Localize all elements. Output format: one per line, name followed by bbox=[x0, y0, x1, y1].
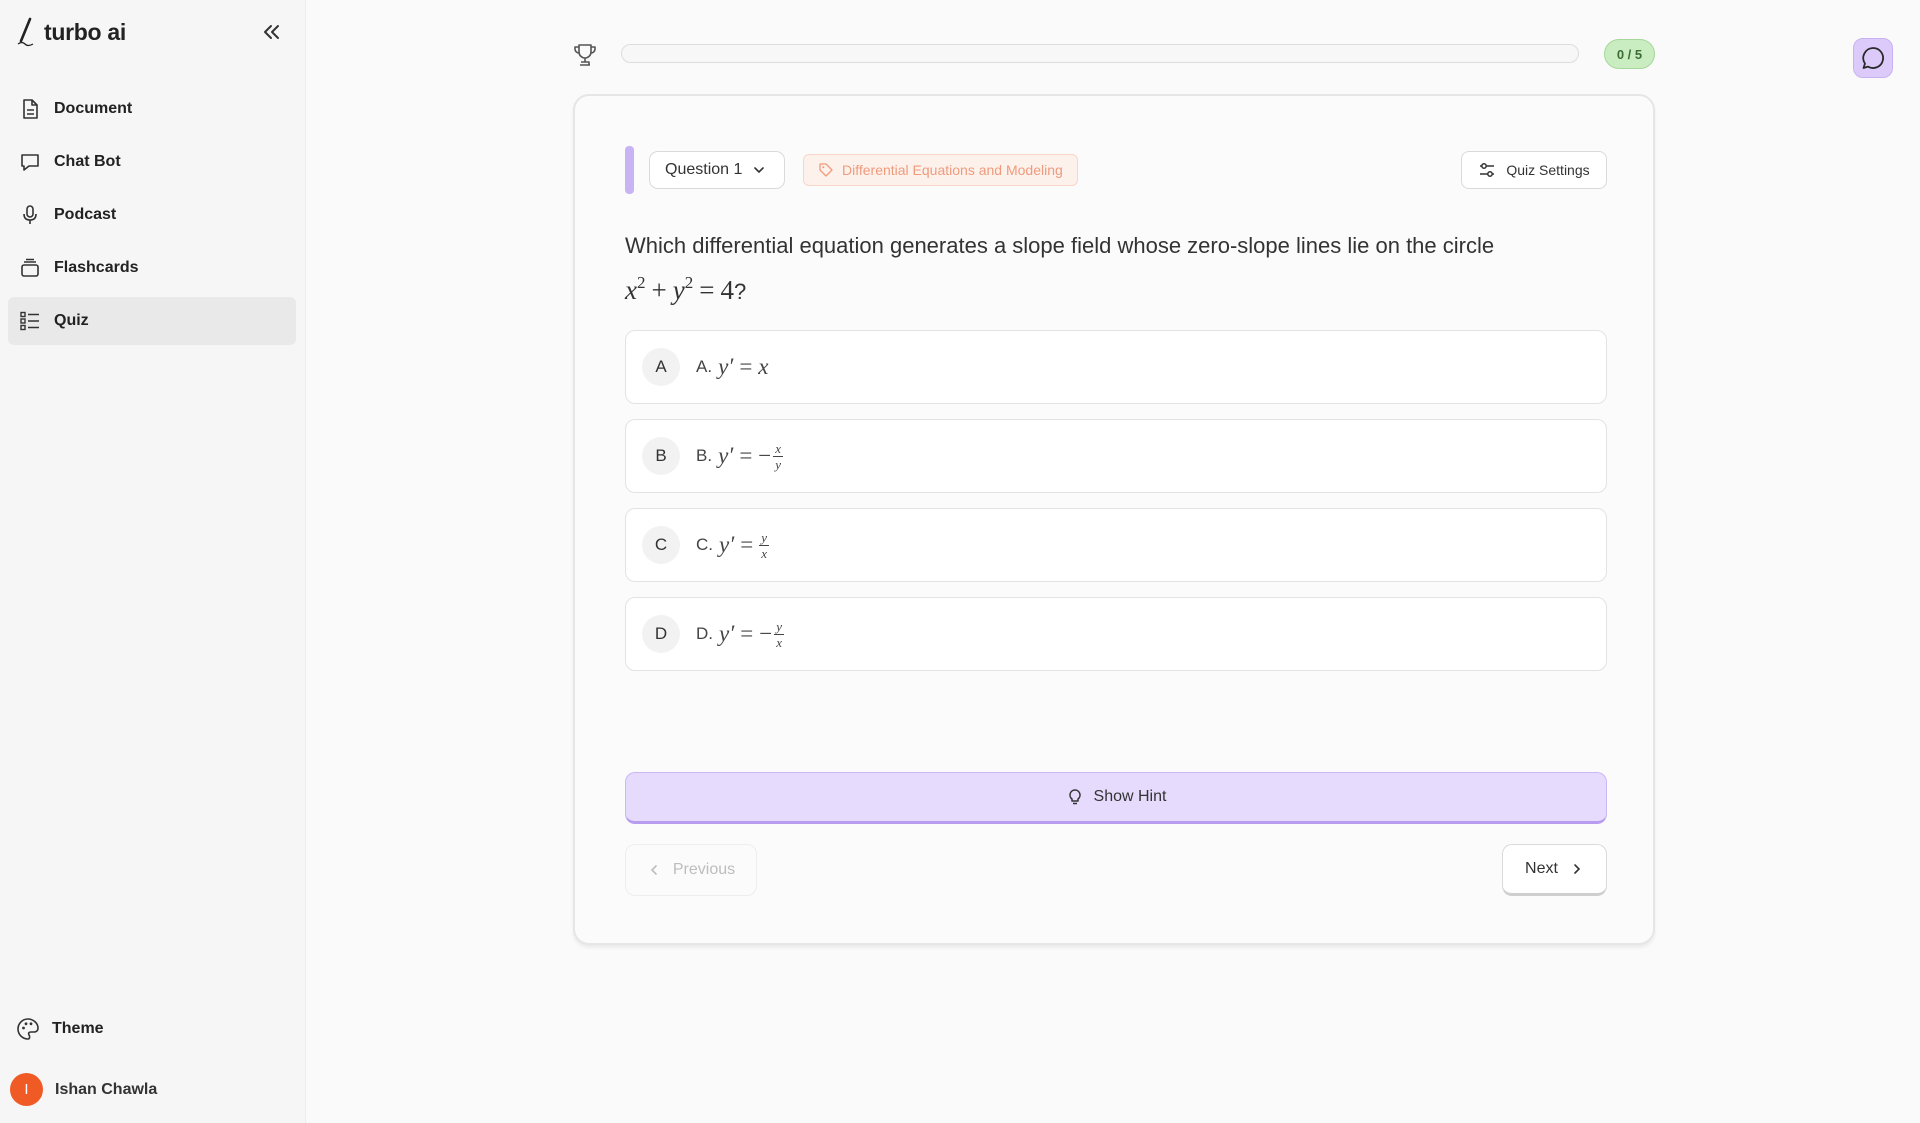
quiz-settings-button[interactable]: Quiz Settings bbox=[1461, 151, 1607, 189]
sidebar-item-chat-bot[interactable]: Chat Bot bbox=[8, 138, 296, 186]
answer-option-b[interactable]: B B. y′ = − x y bbox=[625, 419, 1607, 493]
next-label: Next bbox=[1525, 860, 1558, 877]
option-text: C. y′ = y x bbox=[696, 529, 770, 561]
collapse-sidebar-button[interactable] bbox=[254, 16, 288, 48]
sliders-icon bbox=[1480, 163, 1495, 177]
sidebar-item-podcast[interactable]: Podcast bbox=[8, 191, 296, 239]
chevron-right-icon bbox=[1574, 864, 1581, 874]
sidebar-item-document[interactable]: Document bbox=[8, 85, 296, 133]
option-text: B. y′ = − x y bbox=[696, 440, 784, 472]
question-equation: x2 + y2 = 4 bbox=[625, 273, 734, 305]
option-letter: B bbox=[642, 437, 680, 475]
lightbulb-icon bbox=[1068, 789, 1081, 805]
trophy-icon bbox=[574, 44, 596, 66]
show-hint-button[interactable]: Show Hint bbox=[625, 772, 1607, 824]
quiz-settings-label: Quiz Settings bbox=[1506, 162, 1590, 178]
accent-bar bbox=[625, 146, 634, 194]
topic-tag: Differential Equations and Modeling bbox=[803, 154, 1078, 186]
microphone-icon bbox=[18, 203, 42, 227]
question-text: Which differential equation generates a … bbox=[625, 233, 1495, 305]
sidebar-nav: Document Chat Bot Podcast Flashcards Qui… bbox=[8, 85, 296, 350]
brand-name: turbo ai bbox=[44, 18, 126, 45]
avatar: I bbox=[10, 1073, 43, 1106]
sidebar-item-label: Quiz bbox=[54, 312, 89, 329]
option-text: D. y′ = − y x bbox=[696, 618, 784, 650]
answer-options: A A. y′ = x B B. y′ = − x y C C. y′ = y x D D. y bbox=[625, 330, 1607, 686]
option-letter: D bbox=[642, 615, 680, 653]
open-chat-button[interactable] bbox=[1853, 38, 1893, 78]
list-checks-icon bbox=[18, 309, 42, 333]
tag-icon bbox=[819, 163, 833, 177]
question-prompt: Which differential equation generates a … bbox=[625, 233, 1495, 258]
option-letter: A bbox=[642, 348, 680, 386]
chat-circle-icon bbox=[1862, 47, 1884, 69]
palette-icon bbox=[17, 1018, 39, 1040]
chat-bubble-icon bbox=[18, 150, 42, 174]
previous-label: Previous bbox=[672, 861, 736, 878]
user-profile[interactable]: I Ishan Chawla bbox=[10, 1073, 157, 1106]
theme-label: Theme bbox=[52, 1020, 104, 1037]
chevron-down-icon bbox=[754, 167, 765, 174]
option-letter: C bbox=[642, 526, 680, 564]
next-button[interactable]: Next bbox=[1502, 844, 1607, 896]
answer-option-a[interactable]: A A. y′ = x bbox=[625, 330, 1607, 404]
question-selector-label: Question 1 bbox=[665, 161, 743, 178]
quiz-progress-bar bbox=[621, 44, 1579, 63]
quiz-card: Question 1 Differential Equations and Mo… bbox=[573, 94, 1655, 945]
flashcards-icon bbox=[18, 256, 42, 280]
sidebar-item-flashcards[interactable]: Flashcards bbox=[8, 244, 296, 292]
option-text: A. y′ = x bbox=[696, 354, 769, 379]
sidebar-item-label: Chat Bot bbox=[54, 153, 121, 170]
pen-logo-icon bbox=[17, 17, 34, 47]
score-badge: 0 / 5 bbox=[1604, 39, 1655, 69]
sidebar-item-label: Podcast bbox=[54, 206, 117, 223]
sidebar-item-label: Document bbox=[54, 100, 133, 117]
sidebar-item-label: Flashcards bbox=[54, 259, 139, 276]
chevrons-left-icon bbox=[264, 25, 279, 39]
answer-option-d[interactable]: D D. y′ = − y x bbox=[625, 597, 1607, 671]
theme-button[interactable]: Theme bbox=[16, 1017, 104, 1041]
show-hint-label: Show Hint bbox=[1093, 788, 1167, 805]
question-selector[interactable]: Question 1 bbox=[649, 151, 785, 189]
brand-logo[interactable]: turbo ai bbox=[16, 14, 126, 50]
document-icon bbox=[18, 97, 42, 121]
chevron-left-icon bbox=[650, 865, 657, 875]
answer-option-c[interactable]: C C. y′ = y x bbox=[625, 508, 1607, 582]
sidebar-item-quiz[interactable]: Quiz bbox=[8, 297, 296, 345]
sidebar: turbo ai Document Chat Bot Podcast Flash… bbox=[0, 0, 306, 1123]
user-name: Ishan Chawla bbox=[55, 1080, 158, 1098]
previous-button[interactable]: Previous bbox=[625, 844, 757, 896]
topic-tag-label: Differential Equations and Modeling bbox=[842, 162, 1063, 178]
